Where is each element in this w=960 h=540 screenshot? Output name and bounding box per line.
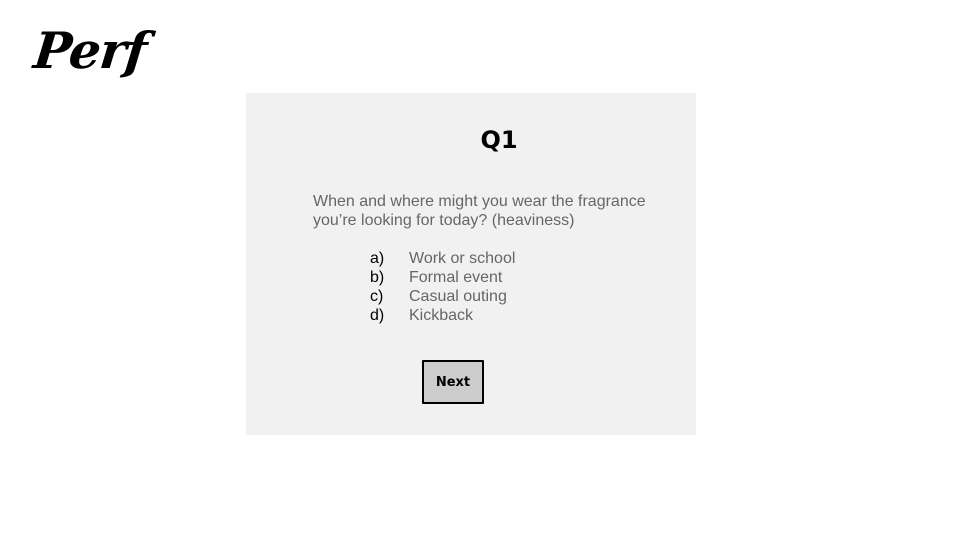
option-label: Kickback <box>409 307 474 324</box>
answer-options-list: a) Work or school b) Formal event c) Cas… <box>370 249 515 325</box>
option-label: Formal event <box>409 269 503 286</box>
answer-option-c[interactable]: c) Casual outing <box>370 287 515 306</box>
option-label: Casual outing <box>409 288 507 305</box>
answer-option-b[interactable]: b) Formal event <box>370 268 515 287</box>
option-letter: a) <box>370 250 385 267</box>
question-number: Q1 <box>480 126 518 154</box>
option-label: Work or school <box>409 250 516 267</box>
option-letter: d) <box>370 307 385 324</box>
option-letter: c) <box>370 288 384 305</box>
next-button[interactable]: Next <box>422 360 484 404</box>
option-letter: b) <box>370 269 385 286</box>
answer-option-a[interactable]: a) Work or school <box>370 249 515 268</box>
perf-logo: Perf <box>30 21 150 80</box>
answer-option-d[interactable]: d) Kickback <box>370 306 515 325</box>
question-text: When and where might you wear the fragra… <box>313 193 646 229</box>
